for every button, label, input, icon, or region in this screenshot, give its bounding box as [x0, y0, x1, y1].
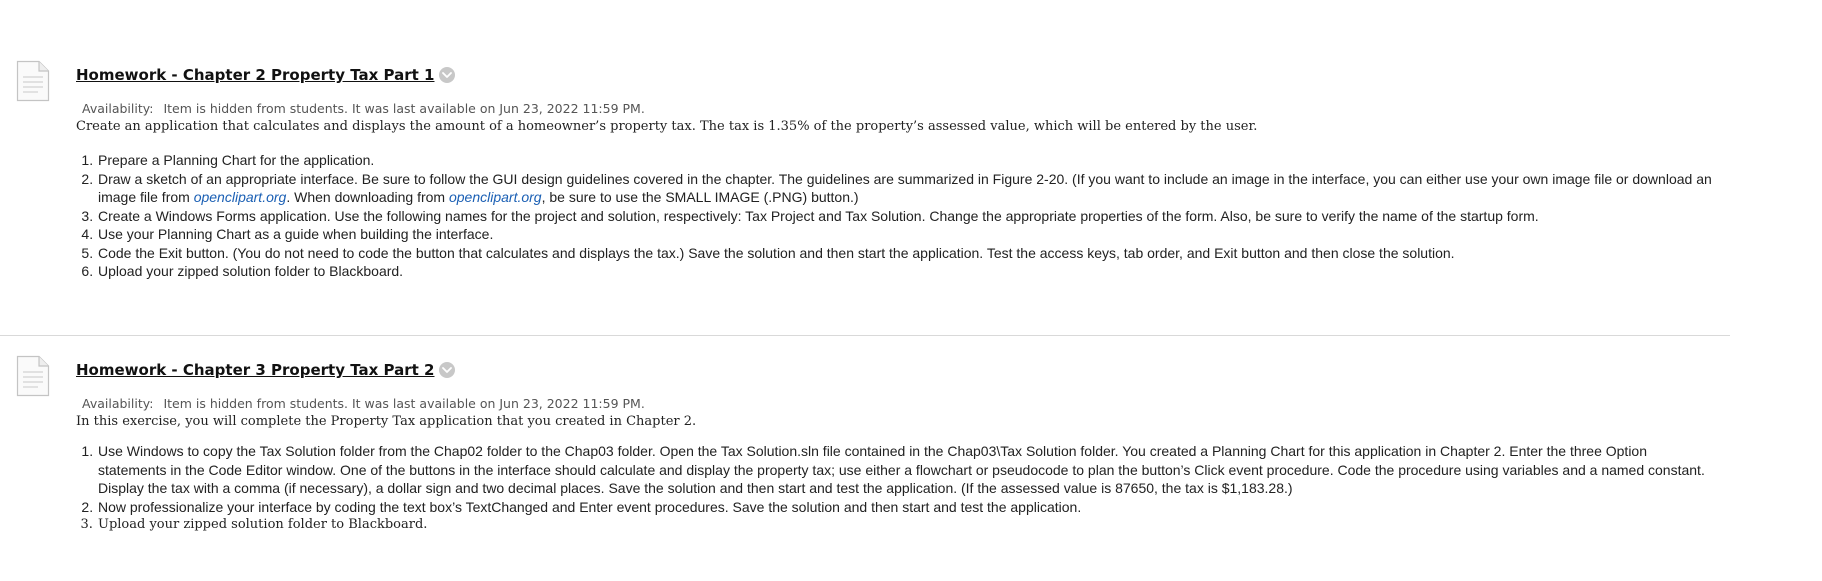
steps-list: Prepare a Planning Chart for the applica…	[76, 151, 1717, 281]
openclipart-link[interactable]: openclipart.org	[194, 189, 287, 205]
list-item: Create a Windows Forms application. Use …	[97, 207, 1717, 226]
step-text: , be sure to use the SMALL IMAGE (.PNG) …	[541, 189, 859, 205]
list-item: Upload your zipped solution folder to Bl…	[97, 516, 1717, 535]
item-title-link[interactable]: Homework - Chapter 3 Property Tax Part 2	[76, 361, 434, 379]
item-description: In this exercise, you will complete the …	[76, 414, 697, 429]
chevron-down-icon	[442, 72, 453, 78]
document-icon	[16, 60, 50, 102]
item-divider	[0, 335, 1730, 336]
list-item: Use your Planning Chart as a guide when …	[97, 225, 1717, 244]
list-item: Prepare a Planning Chart for the applica…	[97, 151, 1717, 170]
openclipart-link[interactable]: openclipart.org	[449, 189, 542, 205]
list-item: Draw a sketch of an appropriate interfac…	[97, 170, 1717, 207]
item-description: Create an application that calculates an…	[76, 119, 1258, 134]
list-item: Upload your zipped solution folder to Bl…	[97, 262, 1717, 281]
document-icon	[16, 355, 50, 397]
availability-info: Availability: Item is hidden from student…	[82, 396, 645, 411]
availability-text: Item is hidden from students. It was las…	[163, 101, 645, 116]
list-item: Now professionalize your interface by co…	[97, 498, 1717, 517]
availability-info: Availability: Item is hidden from student…	[82, 101, 645, 116]
item-title-row: Homework - Chapter 3 Property Tax Part 2	[76, 359, 456, 381]
list-item: Code the Exit button. (You do not need t…	[97, 244, 1717, 263]
item-options-button[interactable]	[439, 362, 456, 378]
availability-label: Availability:	[82, 101, 154, 116]
item-title-link[interactable]: Homework - Chapter 2 Property Tax Part 1	[76, 66, 434, 84]
item-options-button[interactable]	[439, 67, 456, 83]
availability-text: Item is hidden from students. It was las…	[163, 396, 645, 411]
step-text: . When downloading from	[286, 189, 449, 205]
list-item: Use Windows to copy the Tax Solution fol…	[97, 442, 1717, 498]
availability-label: Availability:	[82, 396, 154, 411]
steps-list: Use Windows to copy the Tax Solution fol…	[76, 442, 1717, 535]
chevron-down-icon	[442, 367, 453, 373]
item-title-row: Homework - Chapter 2 Property Tax Part 1	[76, 64, 456, 86]
